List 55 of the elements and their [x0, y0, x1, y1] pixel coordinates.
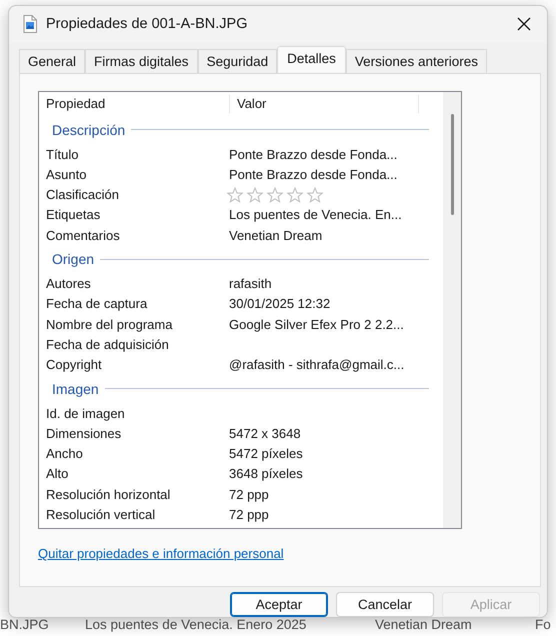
property-name: Fecha de captura	[45, 296, 148, 312]
star-icon[interactable]	[247, 186, 263, 203]
property-name: Nombre del programa	[45, 316, 174, 332]
property-value: 5472 x 3648	[229, 426, 301, 441]
property-value: 72 ppp	[229, 506, 269, 522]
star-icon[interactable]	[287, 186, 303, 203]
property-value: Ponte Brazzo desde Fonda...	[229, 166, 398, 182]
close-icon	[517, 17, 531, 31]
tab[interactable]: Detalles	[277, 46, 346, 73]
property-value: 30/01/2025 12:32	[229, 296, 330, 312]
property-name: Dimensiones	[45, 426, 122, 441]
property-value: 5472 píxeles	[229, 446, 303, 462]
remove-properties-link[interactable]: Quitar propiedades e información personal	[38, 546, 284, 561]
star-icon[interactable]	[267, 186, 283, 203]
tab[interactable]: Versiones anteriores	[346, 48, 487, 73]
tab[interactable]: General	[19, 48, 86, 73]
tab[interactable]: Seguridad	[198, 48, 278, 73]
property-value: 72 ppp	[229, 486, 269, 502]
column-header[interactable]: Propiedad	[39, 94, 230, 113]
property-name: Resolución horizontal	[45, 486, 172, 502]
group-title: Imagen	[52, 380, 99, 397]
property-value: Google Silver Efex Pro 2 2.2...	[229, 316, 404, 332]
property-value: Ponte Brazzo desde Fonda...	[229, 146, 398, 162]
column-header[interactable]: Valor	[230, 94, 419, 113]
property-value: rafasith	[229, 276, 272, 292]
property-name: Copyright	[45, 357, 103, 372]
group-title: Origen	[52, 251, 94, 268]
property-name: Autores	[45, 276, 92, 292]
window-title: Propiedades de 001-A-BN.JPG	[46, 16, 248, 32]
image-file-icon	[23, 15, 37, 33]
star-icon[interactable]	[307, 186, 323, 203]
property-value: 3648 píxeles	[229, 466, 303, 482]
group-title: Descripción	[52, 122, 126, 138]
property-name: Fecha de adquisición	[45, 336, 170, 352]
property-name: Etiquetas	[45, 207, 102, 222]
property-name: Id. de imagen	[45, 406, 126, 420]
property-name: Clasificación	[45, 187, 120, 202]
property-value: Venetian Dream	[229, 228, 322, 243]
file-list-cell-text: Fo	[535, 617, 552, 634]
property-name: Título	[45, 146, 80, 162]
star-icon[interactable]	[227, 186, 243, 203]
scrollbar[interactable]	[443, 92, 461, 528]
tab[interactable]: Firmas digitales	[85, 48, 198, 73]
property-name: Asunto	[45, 166, 88, 182]
property-name: Ancho	[45, 446, 84, 462]
file-list-cell-text: BN.JPG	[0, 617, 50, 634]
property-name: Resolución vertical	[45, 506, 156, 522]
property-value: Los puentes de Venecia. En...	[229, 207, 402, 222]
property-value: @rafasith - sithrafa@gmail.c...	[229, 357, 404, 372]
dialog-button[interactable]: Cancelar	[336, 592, 434, 617]
file-list-cell-text: Venetian Dream	[375, 617, 473, 634]
property-name: Alto	[45, 466, 70, 482]
dialog-button[interactable]: Aceptar	[230, 592, 328, 617]
property-name: Comentarios	[45, 228, 121, 243]
file-list-cell-text: Los puentes de Venecia. Enero 2025	[85, 617, 308, 634]
